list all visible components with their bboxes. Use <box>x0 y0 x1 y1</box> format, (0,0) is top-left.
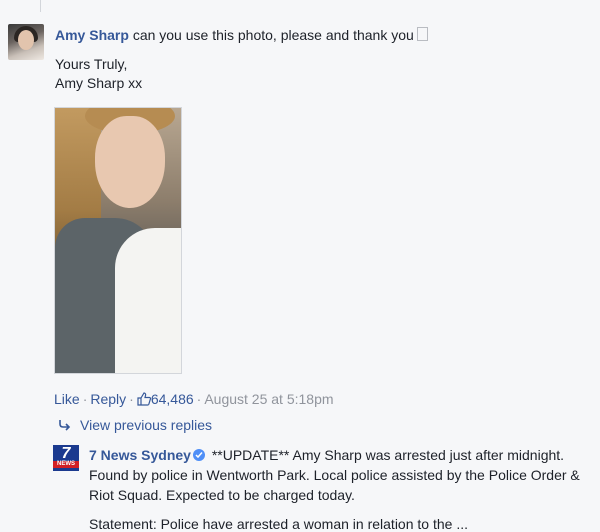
verified-badge-icon <box>192 449 205 461</box>
avatar-face <box>18 30 34 50</box>
view-previous-replies-label: View previous replies <box>80 417 213 433</box>
thread-line <box>40 0 41 12</box>
comment-actions: Like · Reply · 64,486 · August 25 at 5:18pm <box>54 390 334 408</box>
reply-body: 7 News Sydney **UPDATE** Amy Sharp was a… <box>89 445 589 505</box>
photo-white-figure <box>115 228 181 373</box>
reply-button[interactable]: Reply <box>90 391 126 407</box>
comment-line-2: Yours Truly, <box>55 56 128 72</box>
comment-author-link[interactable]: Amy Sharp <box>55 27 129 43</box>
logo-seven: 7 <box>61 445 71 462</box>
timestamp-link[interactable]: August 25 at 5:18pm <box>204 391 333 407</box>
reply-arrow-icon <box>59 420 71 431</box>
comment-body: Amy Sharp can you use this photo, please… <box>55 26 585 93</box>
view-previous-replies-link[interactable]: View previous replies <box>58 416 212 434</box>
comment-line-3: Amy Sharp xx <box>55 75 143 91</box>
emoji-placeholder-icon <box>416 27 428 41</box>
avatar[interactable] <box>8 24 44 60</box>
separator: · <box>82 391 88 407</box>
thumbs-up-icon <box>137 392 151 406</box>
separator: · <box>196 391 202 407</box>
7news-logo[interactable]: 7 NEWS <box>53 445 79 471</box>
logo-wordmark: NEWS <box>53 461 79 468</box>
reaction-count: 64,486 <box>150 391 194 407</box>
truncated-text: Statement: Police have arrested a woman … <box>89 516 468 532</box>
comment-author-line: Amy Sharp can you use this photo, please… <box>55 26 585 44</box>
comment-extra-lines: Yours Truly, Amy Sharp xx <box>55 55 585 93</box>
reactions-link[interactable]: 64,486 <box>137 391 194 407</box>
reply-author-link[interactable]: 7 News Sydney <box>89 447 191 463</box>
separator: · <box>129 391 134 407</box>
attached-photo[interactable] <box>54 107 182 374</box>
like-button[interactable]: Like <box>54 391 80 407</box>
photo-face <box>95 116 165 208</box>
comment-text: can you use this photo, please and thank… <box>132 27 414 43</box>
